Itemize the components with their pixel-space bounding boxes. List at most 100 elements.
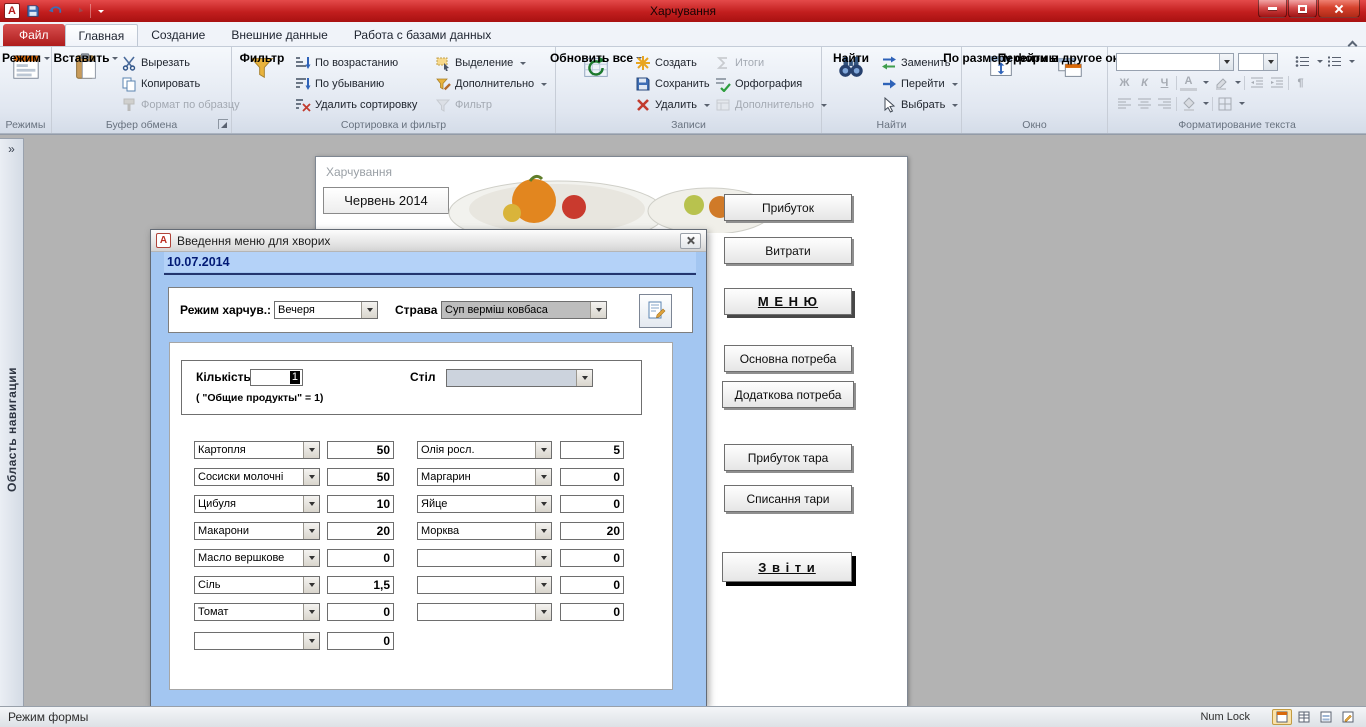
form-view-button[interactable] xyxy=(1272,709,1292,725)
paste-button[interactable]: Вставить xyxy=(54,51,119,85)
find-button[interactable]: Найти xyxy=(828,51,874,85)
numbering-icon[interactable] xyxy=(1326,53,1343,70)
maximize-button[interactable] xyxy=(1288,0,1317,18)
meal-combo[interactable]: Вечеря xyxy=(274,301,378,319)
reports-button[interactable]: З в і т и xyxy=(722,552,852,582)
sort-descending-button[interactable]: По убыванию xyxy=(292,74,420,94)
chevron-down-icon[interactable] xyxy=(303,633,319,649)
product-qty-right-2[interactable] xyxy=(560,468,624,486)
filter-button[interactable]: Фильтр xyxy=(238,51,286,85)
chevron-down-icon[interactable] xyxy=(535,550,551,566)
edit-dish-button[interactable] xyxy=(639,294,672,328)
chevron-down-icon[interactable] xyxy=(361,302,377,318)
chevron-down-icon[interactable] xyxy=(535,604,551,620)
product-qty-left-1[interactable] xyxy=(327,441,394,459)
cut-button[interactable]: Вырезать xyxy=(118,53,243,73)
qat-dropdown-icon[interactable] xyxy=(98,9,104,13)
product-qty-right-1[interactable] xyxy=(560,441,624,459)
dialog-title-bar[interactable]: A Введення меню для хворих xyxy=(151,230,706,252)
product-qty-right-6[interactable] xyxy=(560,576,624,594)
chevron-down-icon[interactable] xyxy=(535,577,551,593)
refresh-all-button[interactable]: Обновить все xyxy=(550,51,643,85)
product-combo-right-4[interactable]: Морква xyxy=(417,522,552,540)
product-qty-right-7[interactable] xyxy=(560,603,624,621)
chevron-down-icon[interactable] xyxy=(535,523,551,539)
chevron-down-icon[interactable] xyxy=(535,469,551,485)
new-record-button[interactable]: Создать xyxy=(632,53,713,73)
chevron-down-icon[interactable] xyxy=(576,370,592,386)
navigation-pane-collapsed[interactable]: » Область навигации xyxy=(0,138,24,706)
delete-record-button[interactable]: Удалить xyxy=(632,95,713,115)
chevron-down-icon[interactable] xyxy=(303,469,319,485)
font-size-combo[interactable] xyxy=(1238,53,1278,71)
goto-button[interactable]: Перейти xyxy=(878,74,961,94)
writeoff-tare-button[interactable]: Списання тари xyxy=(724,485,852,512)
expenses-button[interactable]: Витрати xyxy=(724,237,852,264)
product-combo-right-6[interactable] xyxy=(417,576,552,594)
product-qty-right-5[interactable] xyxy=(560,549,624,567)
chevron-down-icon[interactable] xyxy=(303,604,319,620)
product-combo-left-6[interactable]: Сіль xyxy=(194,576,320,594)
design-view-button[interactable] xyxy=(1338,709,1358,725)
chevron-down-icon[interactable] xyxy=(590,302,606,318)
save-record-button[interactable]: Сохранить xyxy=(632,74,713,94)
chevron-down-icon[interactable] xyxy=(1219,54,1233,70)
clear-sort-button[interactable]: Удалить сортировку xyxy=(292,95,420,115)
minimize-button[interactable] xyxy=(1258,0,1287,18)
extra-need-button[interactable]: Додаткова потреба xyxy=(722,381,854,408)
chevron-down-icon[interactable] xyxy=(303,550,319,566)
selection-button[interactable]: Выделение xyxy=(432,53,550,73)
product-combo-left-3[interactable]: Цибуля xyxy=(194,495,320,513)
access-app-icon[interactable]: A xyxy=(4,3,20,19)
product-qty-left-4[interactable] xyxy=(327,522,394,540)
close-button[interactable] xyxy=(1318,0,1360,18)
income-tare-button[interactable]: Прибуток тара xyxy=(724,444,852,471)
undo-icon[interactable] xyxy=(46,2,64,20)
tab-database-tools[interactable]: Работа с базами данных xyxy=(341,24,504,46)
product-qty-right-4[interactable] xyxy=(560,522,624,540)
product-qty-left-8[interactable] xyxy=(327,632,394,650)
tab-external-data[interactable]: Внешние данные xyxy=(218,24,341,46)
chevron-down-icon[interactable] xyxy=(1263,54,1277,70)
product-combo-left-2[interactable]: Сосиски молочні xyxy=(194,468,320,486)
quantity-input[interactable]: 1 xyxy=(250,369,303,386)
income-button[interactable]: Прибуток xyxy=(724,194,852,221)
font-name-combo[interactable] xyxy=(1116,53,1234,71)
advanced-filter-button[interactable]: Дополнительно xyxy=(432,74,550,94)
datasheet-view-button[interactable] xyxy=(1294,709,1314,725)
product-combo-left-7[interactable]: Томат xyxy=(194,603,320,621)
dish-combo[interactable]: Суп верміш ковбаса xyxy=(441,301,607,319)
bullets-icon[interactable] xyxy=(1294,53,1311,70)
product-combo-right-1[interactable]: Олія росл. xyxy=(417,441,552,459)
product-combo-right-5[interactable] xyxy=(417,549,552,567)
menu-button[interactable]: М Е Н Ю xyxy=(724,288,852,315)
copy-button[interactable]: Копировать xyxy=(118,74,243,94)
select-button[interactable]: Выбрать xyxy=(878,95,961,115)
product-combo-right-2[interactable]: Маргарин xyxy=(417,468,552,486)
basic-need-button[interactable]: Основна потреба xyxy=(724,345,852,372)
expand-nav-icon[interactable]: » xyxy=(8,143,15,155)
month-button[interactable]: Червень 2014 xyxy=(323,187,449,214)
product-combo-left-5[interactable]: Масло вершкове xyxy=(194,549,320,567)
chevron-down-icon[interactable] xyxy=(535,496,551,512)
product-combo-left-4[interactable]: Макарони xyxy=(194,522,320,540)
product-combo-right-7[interactable] xyxy=(417,603,552,621)
product-combo-left-1[interactable]: Картопля xyxy=(194,441,320,459)
product-combo-left-8[interactable] xyxy=(194,632,320,650)
chevron-down-icon[interactable] xyxy=(303,496,319,512)
product-qty-left-5[interactable] xyxy=(327,549,394,567)
switch-windows-button[interactable]: Перейти в другое окно xyxy=(998,51,1143,85)
tab-file[interactable]: Файл xyxy=(3,24,65,46)
spelling-button[interactable]: Орфография xyxy=(712,74,830,94)
view-button[interactable]: Режим xyxy=(2,51,50,85)
chevron-down-icon[interactable] xyxy=(303,523,319,539)
product-qty-left-2[interactable] xyxy=(327,468,394,486)
save-icon[interactable] xyxy=(24,2,42,20)
product-qty-left-7[interactable] xyxy=(327,603,394,621)
product-qty-right-3[interactable] xyxy=(560,495,624,513)
product-combo-right-3[interactable]: Яйце xyxy=(417,495,552,513)
product-qty-left-3[interactable] xyxy=(327,495,394,513)
tab-create[interactable]: Создание xyxy=(138,24,218,46)
layout-view-button[interactable] xyxy=(1316,709,1336,725)
sort-ascending-button[interactable]: По возрастанию xyxy=(292,53,420,73)
